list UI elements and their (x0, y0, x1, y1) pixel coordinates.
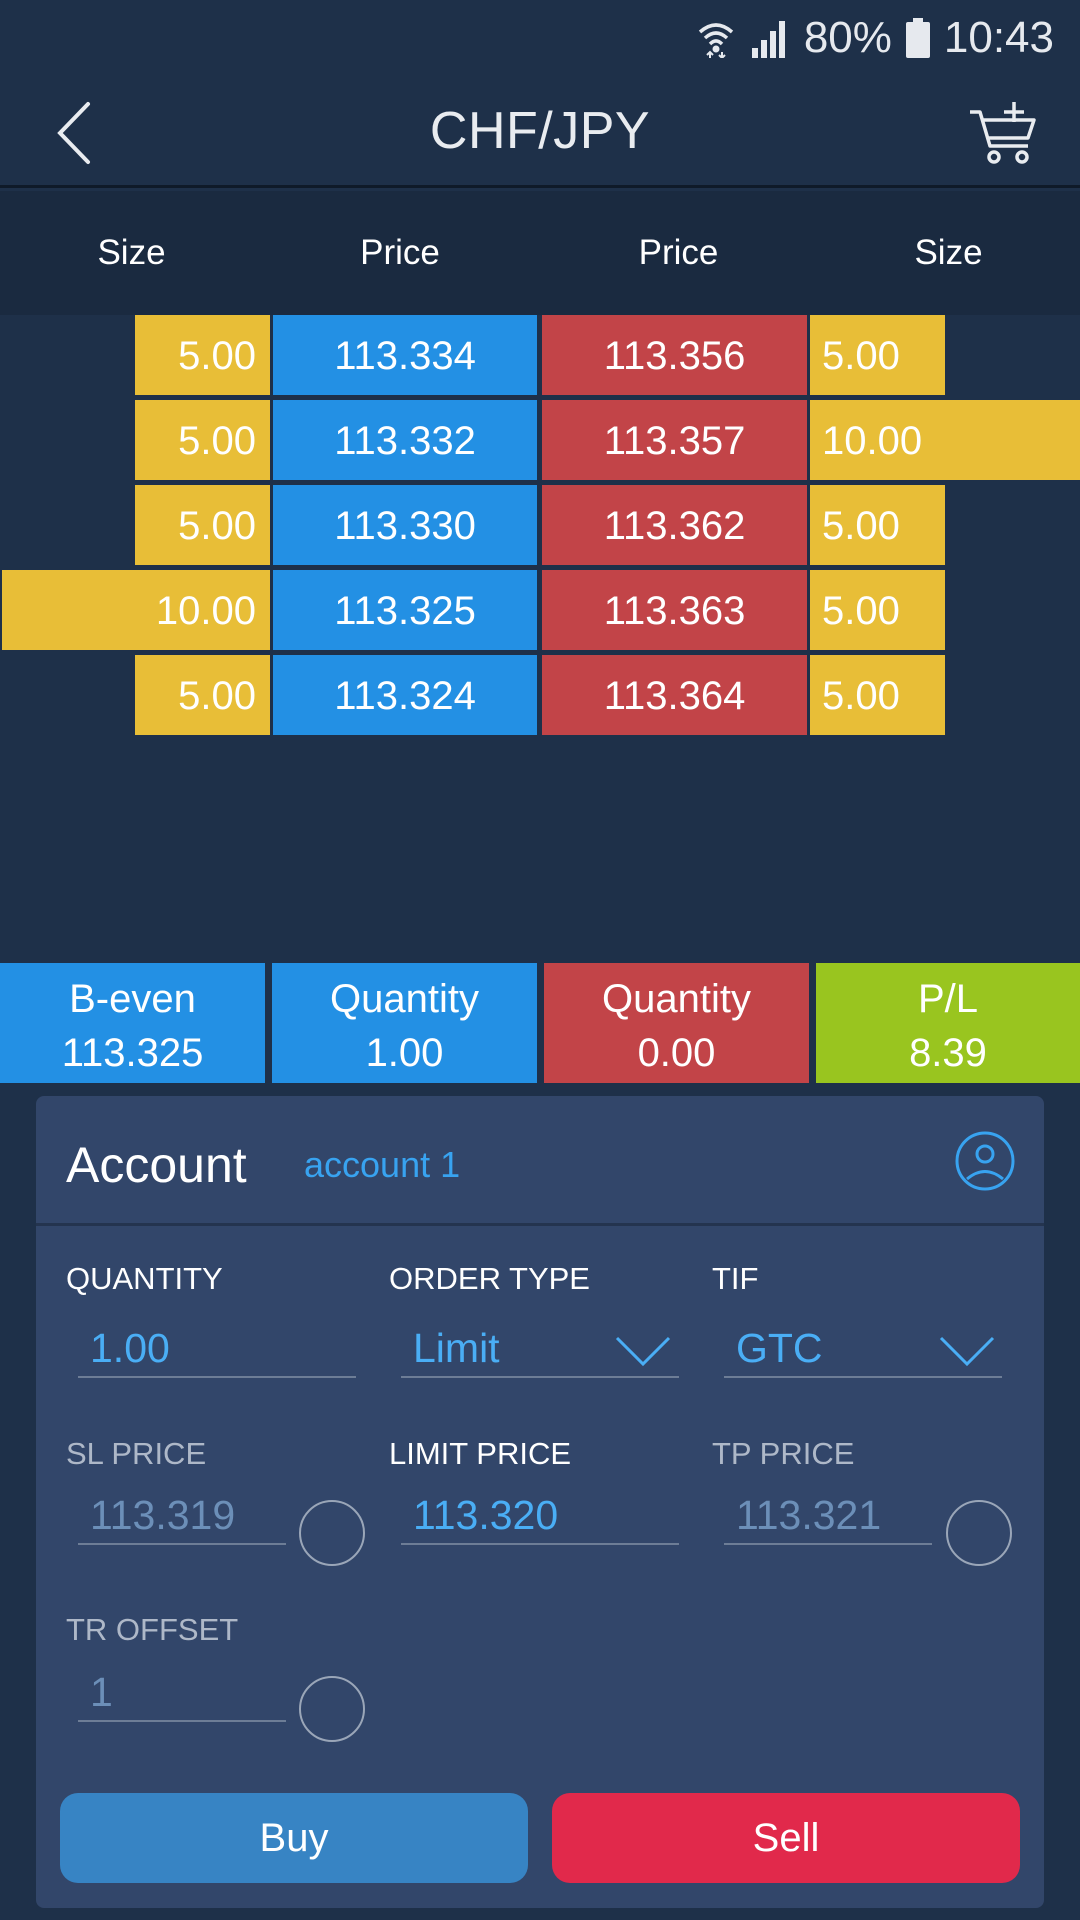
ask-size-cell[interactable]: 5.00 (810, 315, 945, 395)
buy-quantity-tile: Quantity 1.00 (272, 963, 537, 1083)
sell-quantity-value: 0.00 (637, 1031, 716, 1075)
signal-icon (750, 18, 790, 58)
tr-offset-input[interactable]: 1 (78, 1662, 286, 1722)
ask-price-cell[interactable]: 113.356 (542, 315, 807, 395)
chevron-down-icon[interactable] (938, 1334, 996, 1368)
ask-price-cell[interactable]: 113.364 (542, 655, 807, 735)
tp-price-label: TP PRICE (712, 1436, 855, 1471)
bid-size-header: Size (97, 233, 166, 272)
instrument-title: CHF/JPY (429, 101, 651, 160)
clock: 10:43 (943, 13, 1054, 62)
ask-price-cell[interactable]: 113.362 (542, 485, 807, 565)
bid-size-cell[interactable]: 5.00 (135, 485, 270, 565)
breakeven-tile: B-even 113.325 (0, 963, 265, 1083)
ask-price-cell[interactable]: 113.363 (542, 570, 807, 650)
battery-icon (905, 18, 930, 58)
tp-price-radio[interactable] (946, 1500, 1012, 1566)
sl-price-label: SL PRICE (66, 1436, 207, 1471)
bid-price-cell[interactable]: 113.324 (273, 655, 537, 735)
breakeven-label: B-even (69, 977, 196, 1021)
bid-price-header: Price (360, 233, 440, 272)
tif-value: GTC (736, 1325, 823, 1371)
ask-size-cell[interactable]: 10.00 (810, 400, 1080, 480)
pl-tile: P/L 8.39 (816, 963, 1080, 1083)
limit-price-label: LIMIT PRICE (389, 1436, 572, 1471)
order-book: 5.00 113.334 113.356 5.00 5.00 113.332 1… (0, 315, 1080, 965)
wifi-icon (696, 18, 736, 58)
pl-value: 8.39 (909, 1031, 987, 1075)
sl-price-input[interactable]: 113.319 (78, 1485, 286, 1545)
quantity-label: QUANTITY (66, 1261, 223, 1296)
user-circle-icon[interactable] (954, 1130, 1016, 1192)
order-book-header: Size Price Price Size (0, 191, 1080, 315)
account-name[interactable]: account 1 (304, 1144, 460, 1186)
tr-offset-radio[interactable] (299, 1676, 365, 1742)
ask-price-header: Price (638, 233, 719, 272)
status-bar: 80% 10:43 (0, 0, 1080, 76)
account-header: Account account 1 (36, 1096, 1044, 1226)
chevron-down-icon[interactable] (614, 1334, 672, 1368)
tp-price-input[interactable]: 113.321 (724, 1485, 932, 1545)
cart-add-icon[interactable] (968, 100, 1040, 166)
order-type-value: Limit (413, 1325, 500, 1371)
bid-size-cell[interactable]: 5.00 (135, 315, 270, 395)
top-app-bar: CHF/JPY (0, 76, 1080, 188)
bid-size-cell[interactable]: 10.00 (2, 570, 270, 650)
bid-price-cell[interactable]: 113.334 (273, 315, 537, 395)
bid-price-cell[interactable]: 113.325 (273, 570, 537, 650)
sell-quantity-tile: Quantity 0.00 (544, 963, 809, 1083)
bid-size-cell[interactable]: 5.00 (135, 400, 270, 480)
ask-size-cell[interactable]: 5.00 (810, 655, 945, 735)
sell-quantity-label: Quantity (602, 977, 751, 1021)
tif-label: TIF (712, 1261, 759, 1296)
ask-size-cell[interactable]: 5.00 (810, 570, 945, 650)
sell-button[interactable]: Sell (552, 1793, 1020, 1883)
ask-size-header: Size (914, 233, 983, 272)
buy-quantity-label: Quantity (330, 977, 479, 1021)
sl-price-radio[interactable] (299, 1500, 365, 1566)
order-type-label: ORDER TYPE (389, 1261, 590, 1296)
ask-size-cell[interactable]: 5.00 (810, 485, 945, 565)
position-summary: B-even 113.325 Quantity 1.00 Quantity 0.… (0, 963, 1080, 1083)
limit-price-input[interactable]: 113.320 (401, 1485, 679, 1545)
back-arrow-icon[interactable] (50, 98, 100, 168)
battery-percent: 80% (803, 13, 892, 62)
breakeven-value: 113.325 (61, 1031, 204, 1075)
quantity-input[interactable]: 1.00 (78, 1318, 356, 1378)
order-entry-panel: Account account 1 QUANTITY ORDER TYPE TI… (36, 1096, 1044, 1908)
tr-offset-label: TR OFFSET (66, 1612, 239, 1647)
bid-price-cell[interactable]: 113.330 (273, 485, 537, 565)
bid-price-cell[interactable]: 113.332 (273, 400, 537, 480)
account-title: Account (66, 1137, 247, 1193)
pl-label: P/L (917, 977, 979, 1021)
bid-size-cell[interactable]: 5.00 (135, 655, 270, 735)
ask-price-cell[interactable]: 113.357 (542, 400, 807, 480)
buy-button[interactable]: Buy (60, 1793, 528, 1883)
buy-quantity-value: 1.00 (365, 1031, 444, 1075)
